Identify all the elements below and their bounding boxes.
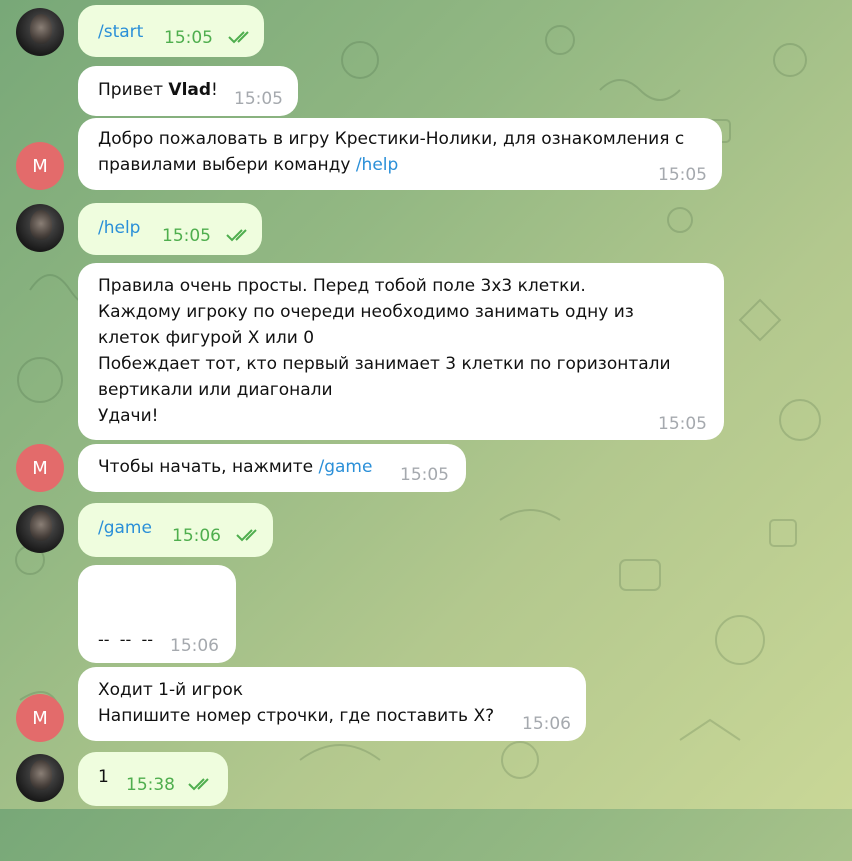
message-line: Правила очень просты. Перед тобой поле 3… — [98, 276, 586, 296]
user-avatar[interactable] — [16, 8, 64, 56]
incoming-message: Привет Vlad! 15:05 — [78, 66, 298, 116]
incoming-message: Правила очень просты. Перед тобой поле 3… — [78, 263, 724, 440]
message-time: 15:05 — [400, 465, 449, 485]
double-check-icon — [228, 30, 254, 44]
message-line: Добро пожаловать в игру Крестики-Нолики,… — [98, 129, 685, 149]
command-link[interactable]: /game — [98, 515, 152, 541]
message-text: Чтобы начать, нажмите /game — [98, 454, 372, 480]
message-text: Добро пожаловать в игру Крестики-Нолики,… — [98, 126, 684, 178]
board-row: -- -- -- — [98, 630, 153, 649]
message-time: 15:05 — [658, 165, 707, 185]
message-line: Удачи! — [98, 406, 159, 426]
bot-avatar[interactable]: M — [16, 142, 64, 190]
greeting-prefix: Привет — [98, 80, 169, 100]
command-link[interactable]: /help — [98, 215, 140, 241]
greeting-suffix: ! — [211, 80, 218, 100]
outgoing-message: /help 15:05 — [78, 203, 262, 255]
double-check-icon — [188, 777, 214, 791]
message-line: вертикали или диагонали — [98, 380, 333, 400]
incoming-message: Добро пожаловать в игру Крестики-Нолики,… — [78, 118, 722, 190]
outgoing-message: 1 15:38 — [78, 752, 228, 806]
user-avatar[interactable] — [16, 204, 64, 252]
message-time: 15:06 — [172, 526, 221, 546]
message-time: 15:05 — [164, 28, 213, 48]
message-line-text: правилами выбери команду — [98, 155, 356, 175]
message-line: клеток фигурой X или 0 — [98, 328, 315, 348]
message-text: 1 — [98, 767, 109, 787]
message-line: Каждому игроку по очереди необходимо зан… — [98, 302, 634, 322]
message-line: Ходит 1-й игрок — [98, 680, 243, 700]
incoming-message: -- -- -- -- -- -- -- -- -- 15:06 — [78, 565, 236, 805]
message-line-text: Чтобы начать, нажмите — [98, 457, 319, 477]
command-link[interactable]: /start — [98, 19, 143, 45]
double-check-icon — [236, 528, 262, 542]
bot-avatar[interactable]: M — [16, 694, 64, 742]
double-check-icon — [226, 228, 252, 242]
message-time: 15:05 — [234, 89, 283, 109]
message-time: 15:06 — [170, 636, 219, 656]
message-line: Побеждает тот, кто первый занимает 3 кле… — [98, 354, 671, 374]
message-line: правилами выбери команду /help — [98, 152, 684, 178]
greeting-text: Привет Vlad! — [98, 77, 218, 103]
message-line: Напишите номер строчки, где поставить X? — [98, 706, 495, 726]
message-time: 15:05 — [658, 414, 707, 434]
message-text: Ходит 1-й игрок Напишите номер строчки, … — [98, 677, 494, 729]
message-time: 15:05 — [162, 226, 211, 246]
user-avatar[interactable] — [16, 754, 64, 802]
bot-avatar[interactable]: M — [16, 444, 64, 492]
rules-text: Правила очень просты. Перед тобой поле 3… — [98, 273, 671, 429]
user-name: Vlad — [168, 80, 212, 100]
game-command-link[interactable]: /game — [318, 457, 372, 477]
help-command-link[interactable]: /help — [356, 155, 398, 175]
user-avatar[interactable] — [16, 505, 64, 553]
outgoing-message: /start 15:05 — [78, 5, 264, 57]
message-time: 15:38 — [126, 775, 175, 795]
incoming-message: Ходит 1-й игрок Напишите номер строчки, … — [78, 667, 586, 741]
outgoing-message: /game 15:06 — [78, 503, 273, 557]
incoming-message: Чтобы начать, нажмите /game 15:05 — [78, 444, 466, 492]
message-time: 15:06 — [522, 714, 571, 734]
